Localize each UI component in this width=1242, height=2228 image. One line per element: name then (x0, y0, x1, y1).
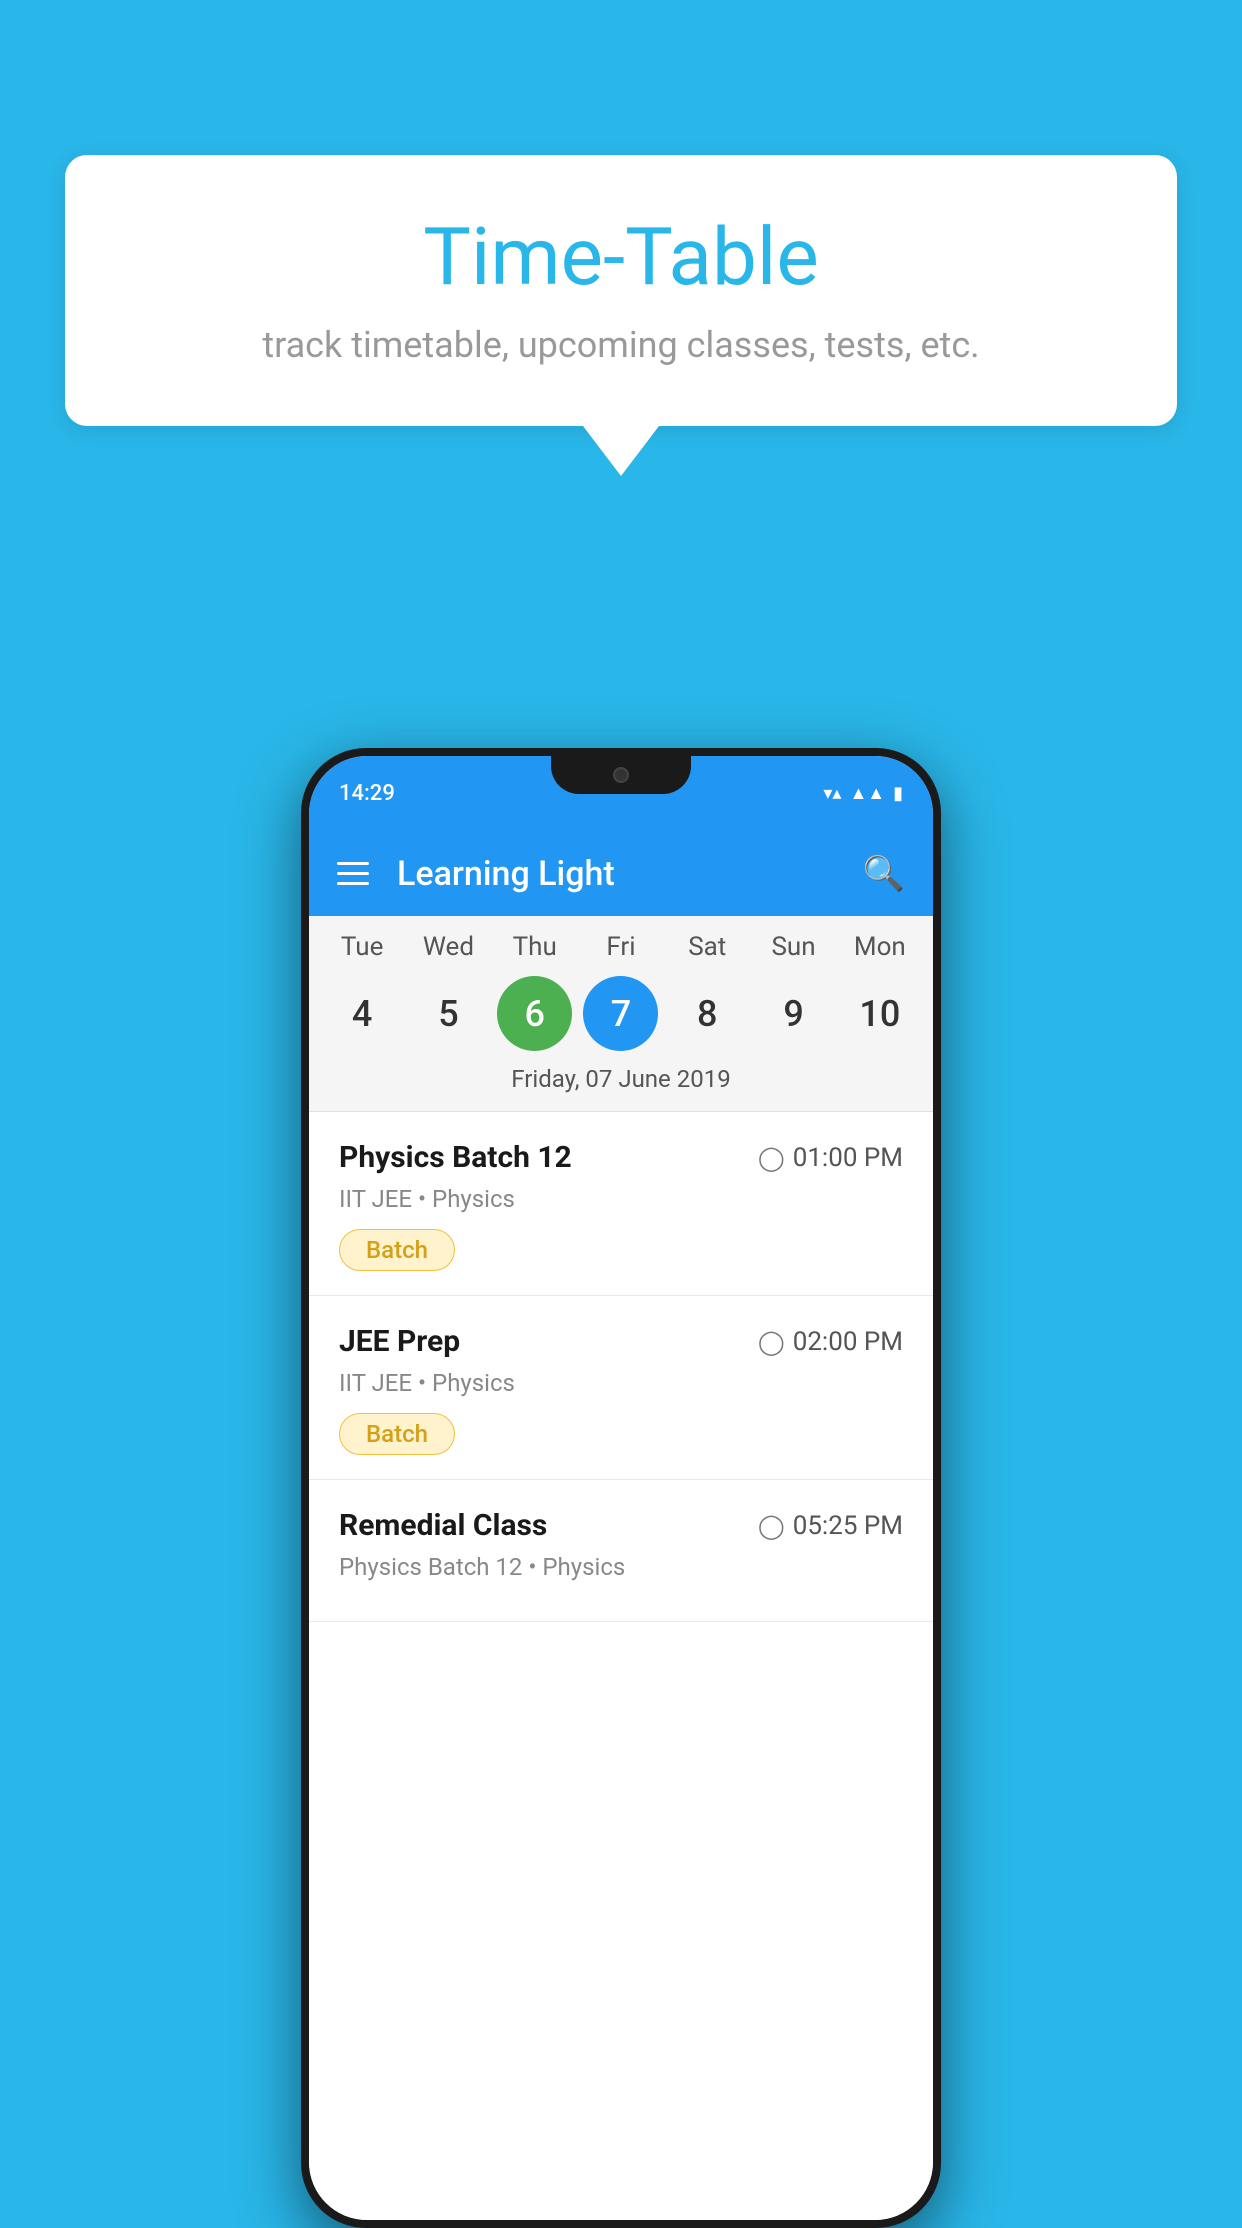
schedule-item-time: ◯ 02:00 PM (758, 1327, 903, 1357)
phone-outer: 14:29 ▾▴ ▲▲ ▮ (301, 748, 941, 2228)
phone-frame: 14:29 ▾▴ ▲▲ ▮ (301, 748, 941, 2228)
day-names-row: Tue Wed Thu Fri Sat Sun Mon (309, 932, 933, 962)
calendar-day-name: Thu (497, 932, 572, 962)
hamburger-line-3 (337, 882, 369, 885)
bubble-title: Time-Table (125, 210, 1117, 304)
calendar-day-number[interactable]: 8 (670, 976, 745, 1051)
schedule-item[interactable]: JEE Prep ◯ 02:00 PM IIT JEE • Physics Ba… (309, 1296, 933, 1480)
hamburger-menu[interactable] (337, 862, 369, 885)
schedule-item-name: JEE Prep (339, 1324, 460, 1359)
wifi-icon: ▾▴ (823, 783, 841, 804)
calendar-strip: Tue Wed Thu Fri Sat Sun Mon 45678910 Friday, 0… (309, 916, 933, 1112)
calendar-day-name: Sat (670, 932, 745, 962)
battery-icon: ▮ (893, 783, 903, 804)
schedule-item-header: JEE Prep ◯ 02:00 PM (339, 1324, 903, 1359)
schedule-item-detail: Physics Batch 12 • Physics (339, 1553, 903, 1581)
hamburger-line-2 (337, 872, 369, 875)
schedule-list: Physics Batch 12 ◯ 01:00 PM IIT JEE • Ph… (309, 1112, 933, 2220)
speech-bubble: Time-Table track timetable, upcoming cla… (65, 155, 1177, 426)
selected-date: Friday, 07 June 2019 (309, 1065, 933, 1103)
calendar-day-number[interactable]: 9 (756, 976, 831, 1051)
batch-badge: Batch (339, 1229, 455, 1271)
speech-bubble-tail (583, 426, 659, 476)
camera (613, 767, 629, 783)
calendar-day-name: Mon (842, 932, 917, 962)
calendar-day-number[interactable]: 7 (583, 976, 658, 1051)
clock-icon: ◯ (758, 1512, 785, 1540)
schedule-item-time: ◯ 01:00 PM (758, 1143, 903, 1173)
calendar-day-number[interactable]: 6 (497, 976, 572, 1051)
speech-bubble-container: Time-Table track timetable, upcoming cla… (65, 155, 1177, 476)
calendar-day-name: Tue (325, 932, 400, 962)
schedule-item-time: ◯ 05:25 PM (758, 1511, 903, 1541)
calendar-day-number[interactable]: 4 (325, 976, 400, 1051)
calendar-day-number[interactable]: 5 (411, 976, 486, 1051)
calendar-day-number[interactable]: 10 (842, 976, 917, 1051)
status-time: 14:29 (339, 781, 395, 806)
schedule-item-header: Physics Batch 12 ◯ 01:00 PM (339, 1140, 903, 1175)
app-title: Learning Light (397, 854, 863, 894)
phone-inner: 14:29 ▾▴ ▲▲ ▮ (309, 756, 933, 2220)
app-bar: Learning Light 🔍 (309, 831, 933, 916)
schedule-item-name: Physics Batch 12 (339, 1140, 572, 1175)
schedule-item-detail: IIT JEE • Physics (339, 1369, 903, 1397)
bubble-subtitle: track timetable, upcoming classes, tests… (125, 324, 1117, 366)
schedule-item[interactable]: Remedial Class ◯ 05:25 PM Physics Batch … (309, 1480, 933, 1622)
schedule-item-detail: IIT JEE • Physics (339, 1185, 903, 1213)
batch-badge: Batch (339, 1413, 455, 1455)
search-icon[interactable]: 🔍 (863, 854, 905, 894)
day-numbers-row: 45678910 (309, 976, 933, 1051)
phone-screen: 14:29 ▾▴ ▲▲ ▮ (309, 756, 933, 2220)
calendar-day-name: Sun (756, 932, 831, 962)
status-bar: 14:29 ▾▴ ▲▲ ▮ (309, 756, 933, 831)
hamburger-line-1 (337, 862, 369, 865)
signal-icon: ▲▲ (849, 783, 885, 804)
clock-icon: ◯ (758, 1328, 785, 1356)
status-icons: ▾▴ ▲▲ ▮ (823, 783, 903, 804)
calendar-day-name: Wed (411, 932, 486, 962)
schedule-item-header: Remedial Class ◯ 05:25 PM (339, 1508, 903, 1543)
calendar-day-name: Fri (583, 932, 658, 962)
clock-icon: ◯ (758, 1144, 785, 1172)
schedule-item-name: Remedial Class (339, 1508, 547, 1543)
schedule-item[interactable]: Physics Batch 12 ◯ 01:00 PM IIT JEE • Ph… (309, 1112, 933, 1296)
notch (551, 756, 691, 794)
